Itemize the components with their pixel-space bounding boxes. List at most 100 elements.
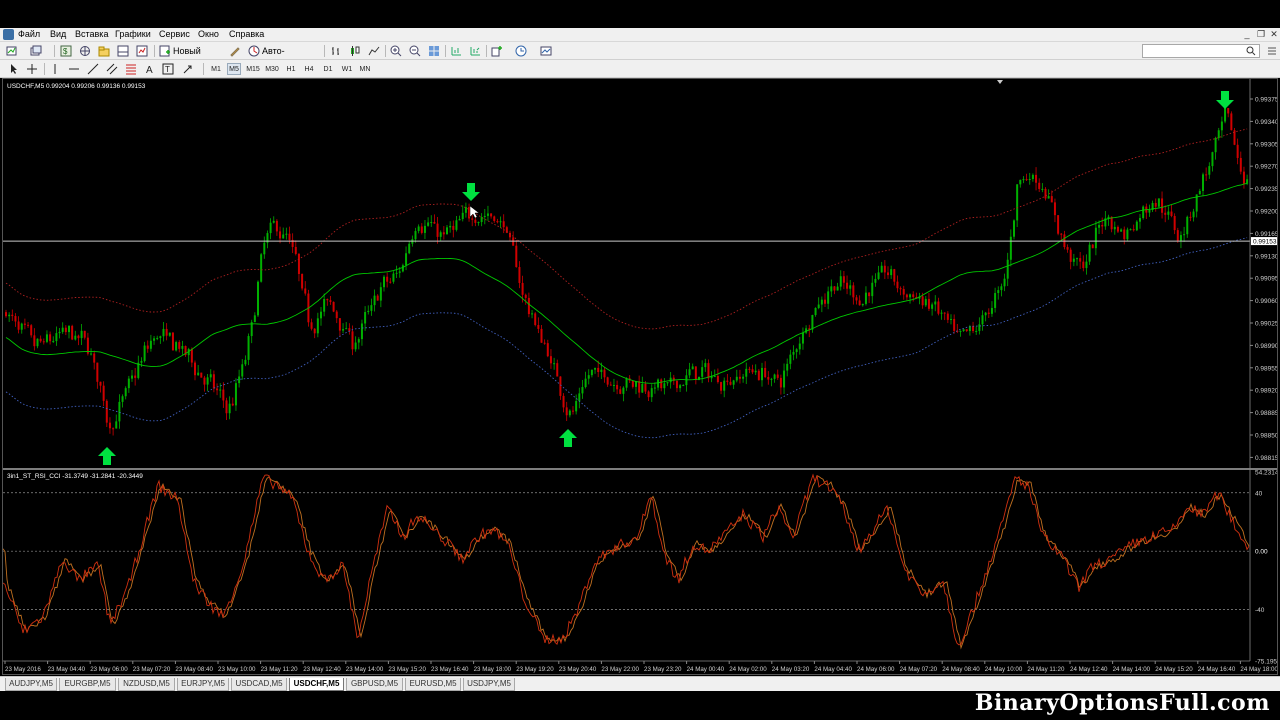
zoom-in-icon[interactable] xyxy=(390,45,402,57)
timeframe-h4[interactable]: H4 xyxy=(302,63,316,75)
chart-tab-usdchf[interactable]: USDCHF,M5 xyxy=(289,678,344,691)
crosshair-icon[interactable] xyxy=(26,63,38,75)
cursor-icon[interactable] xyxy=(8,63,20,75)
candle-body xyxy=(587,375,590,379)
metaeditor-icon[interactable] xyxy=(229,45,241,57)
time-tick-label: 24 May 08:40 xyxy=(942,666,980,673)
timeframe-m1[interactable]: M1 xyxy=(209,63,223,75)
candle-body xyxy=(455,220,458,230)
timeframe-m30[interactable]: M30 xyxy=(264,63,280,75)
arrows-icon[interactable] xyxy=(182,63,194,75)
search-icon[interactable] xyxy=(1246,46,1256,56)
chart-tab-eurjpy[interactable]: EURJPY,M5 xyxy=(177,678,229,691)
candle-body xyxy=(987,312,990,314)
price-tick-label: 0.98850 xyxy=(1255,433,1277,440)
candle-body xyxy=(909,294,912,298)
data-window-icon[interactable] xyxy=(79,45,91,57)
menu-window[interactable]: Окно xyxy=(198,29,219,39)
candle-body xyxy=(773,374,776,379)
timeframe-h1[interactable]: H1 xyxy=(284,63,298,75)
tile-windows-icon[interactable] xyxy=(428,45,440,57)
candle-body xyxy=(631,380,634,387)
timeframe-mn[interactable]: MN xyxy=(357,63,373,75)
bar-chart-icon[interactable] xyxy=(330,45,342,57)
svg-text:T: T xyxy=(165,65,170,74)
autotrading-button[interactable]: Авто-торговля xyxy=(248,44,320,70)
candle-body xyxy=(1142,206,1145,219)
candle-body xyxy=(1236,144,1239,158)
chart-canvas[interactable]: 0.99375 0.99340 0.99305 0.99270 0.99235 0.992… xyxy=(3,79,1277,674)
menu-view[interactable]: Вид xyxy=(50,29,66,39)
profiles-icon[interactable] xyxy=(30,45,42,57)
terminal-icon[interactable] xyxy=(117,45,129,57)
chart-shift-icon[interactable] xyxy=(450,45,462,57)
trendline-icon[interactable] xyxy=(87,63,99,75)
candle-body xyxy=(543,342,546,344)
new-order-button[interactable]: Новый ордер xyxy=(159,44,225,70)
text-icon[interactable]: A xyxy=(144,63,156,75)
vertical-line-icon[interactable] xyxy=(49,63,61,75)
chart-tab-eurgbp[interactable]: EURGBP,M5 xyxy=(59,678,116,691)
restore-icon[interactable]: ❐ xyxy=(1256,29,1266,39)
candle-body xyxy=(578,393,581,402)
candle-body xyxy=(638,381,641,393)
candle-body xyxy=(449,225,452,228)
minimize-icon[interactable]: _ xyxy=(1242,29,1252,39)
close-icon[interactable]: ✕ xyxy=(1269,29,1279,39)
chart-tab-audjpy[interactable]: AUDJPY,M5 xyxy=(5,678,57,691)
text-label-icon[interactable]: T xyxy=(162,63,174,75)
menu-help[interactable]: Справка xyxy=(229,29,264,39)
market-watch-icon[interactable]: $ xyxy=(60,45,72,57)
chart-tab-usdcad[interactable]: USDCAD,M5 xyxy=(231,678,287,691)
indicators-icon[interactable] xyxy=(491,45,503,57)
strategy-tester-icon[interactable] xyxy=(136,45,148,57)
candle-body xyxy=(209,374,212,378)
menu-file[interactable]: Файл xyxy=(18,29,40,39)
line-chart-icon[interactable] xyxy=(368,45,380,57)
time-tick-label: 24 May 18:00 xyxy=(1240,666,1277,673)
auto-scroll-icon[interactable] xyxy=(469,45,481,57)
candle-body xyxy=(320,311,322,319)
menu-insert[interactable]: Вставка xyxy=(75,29,108,39)
zoom-out-icon[interactable] xyxy=(409,45,421,57)
timeframe-m5[interactable]: M5 xyxy=(227,63,241,75)
candle-body xyxy=(905,294,908,298)
candle-body xyxy=(893,269,896,282)
candle-body xyxy=(679,385,682,389)
timeframe-w1[interactable]: W1 xyxy=(340,63,354,75)
templates-icon[interactable] xyxy=(540,45,552,57)
chart-tab-usdjpy[interactable]: USDJPY,M5 xyxy=(463,678,515,691)
sell-signal-arrow-icon xyxy=(462,183,480,201)
candle-body xyxy=(798,343,801,350)
chart-tab-gbpusd[interactable]: GBPUSD,M5 xyxy=(346,678,403,691)
candle-body xyxy=(990,307,993,314)
horizontal-line-icon[interactable] xyxy=(68,63,80,75)
candle-body xyxy=(779,377,782,388)
toolbar-options-icon[interactable] xyxy=(1266,45,1278,57)
timeframe-d1[interactable]: D1 xyxy=(321,63,335,75)
new-chart-icon[interactable] xyxy=(6,45,18,57)
chart-tab-nzdusd[interactable]: NZDUSD,M5 xyxy=(118,678,175,691)
timeframe-m15[interactable]: M15 xyxy=(245,63,261,75)
fibonacci-icon[interactable] xyxy=(125,63,137,75)
candle-body xyxy=(342,329,345,331)
candle-body xyxy=(33,335,36,347)
search-input[interactable] xyxy=(1142,44,1260,58)
channel-icon[interactable] xyxy=(106,63,118,75)
navigator-icon[interactable] xyxy=(98,45,110,57)
chart-tab-eurusd[interactable]: EURUSD,M5 xyxy=(405,678,461,691)
candlestick-icon[interactable] xyxy=(349,45,361,57)
candle-body xyxy=(39,338,42,342)
candle-body xyxy=(1076,258,1078,260)
candle-body xyxy=(572,410,574,412)
menu-charts[interactable]: Графики xyxy=(115,29,151,39)
candle-body xyxy=(423,225,426,233)
chart-window[interactable]: 0.99375 0.99340 0.99305 0.99270 0.99235 0.992… xyxy=(2,78,1278,675)
candle-body xyxy=(1126,229,1129,240)
periods-icon[interactable] xyxy=(515,45,527,57)
menu-tools[interactable]: Сервис xyxy=(159,29,190,39)
candle-body xyxy=(1094,227,1097,249)
price-tick-label: 0.99025 xyxy=(1255,321,1277,328)
candle-body xyxy=(984,312,987,316)
chart-axes: 0.99375 0.99340 0.99305 0.99270 0.99235 0.992… xyxy=(3,79,1277,673)
